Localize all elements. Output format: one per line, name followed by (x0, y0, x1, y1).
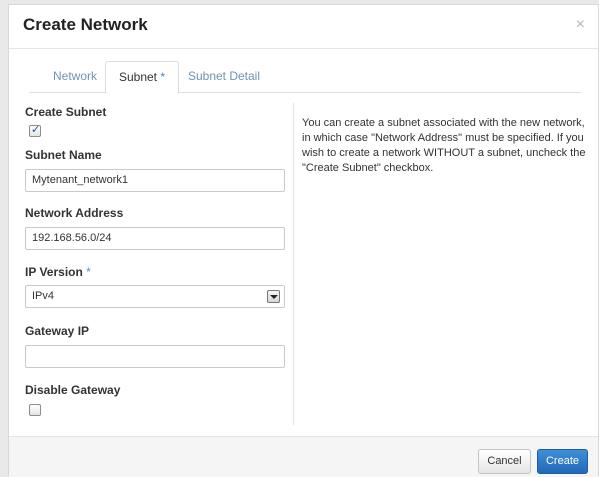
modal-title: Create Network (23, 15, 148, 34)
ip-version-selected: IPv4 (32, 290, 55, 302)
gateway-ip-label: Gateway IP (25, 324, 90, 338)
tab-subnet-detail-label: Subnet Detail (187, 69, 261, 83)
create-subnet-label: Create Subnet (25, 105, 107, 119)
tab-bar: Network Subnet * Subnet Detail (29, 61, 581, 94)
disable-gateway-checkbox[interactable] (29, 404, 41, 416)
create-subnet-checkbox[interactable] (29, 123, 41, 137)
ip-version-label-text: IP Version (25, 265, 83, 279)
create-network-modal: Create Network × Network Subnet * Subnet… (8, 4, 599, 477)
network-address-label: Network Address (25, 206, 124, 220)
tab-network-label: Network (52, 69, 97, 83)
chevron-down-icon (267, 290, 280, 303)
gateway-ip-input[interactable] (25, 345, 285, 368)
ip-version-label: IP Version * (25, 265, 91, 279)
required-marker: * (86, 265, 91, 279)
modal-footer: Cancel Create (9, 436, 598, 477)
close-icon[interactable]: × (576, 15, 585, 35)
subnet-name-label: Subnet Name (25, 148, 102, 162)
network-address-input[interactable]: 192.168.56.0/24 (25, 227, 285, 250)
cancel-button[interactable]: Cancel (478, 449, 531, 474)
subnet-name-input[interactable]: Mytenant_network1 (25, 169, 285, 192)
column-divider (293, 103, 294, 425)
help-text: You can create a subnet associated with … (302, 117, 586, 174)
modal-header: Create Network × (9, 5, 598, 49)
tab-subnet-label: Subnet (118, 70, 158, 84)
create-button[interactable]: Create (537, 449, 588, 474)
tab-subnet[interactable]: Subnet * (105, 61, 179, 94)
tab-network[interactable]: Network (39, 61, 111, 93)
tab-subnet-detail[interactable]: Subnet Detail (179, 61, 269, 93)
disable-gateway-label: Disable Gateway (25, 383, 121, 397)
required-marker: * (160, 70, 166, 84)
ip-version-select[interactable]: IPv4 (25, 285, 285, 308)
